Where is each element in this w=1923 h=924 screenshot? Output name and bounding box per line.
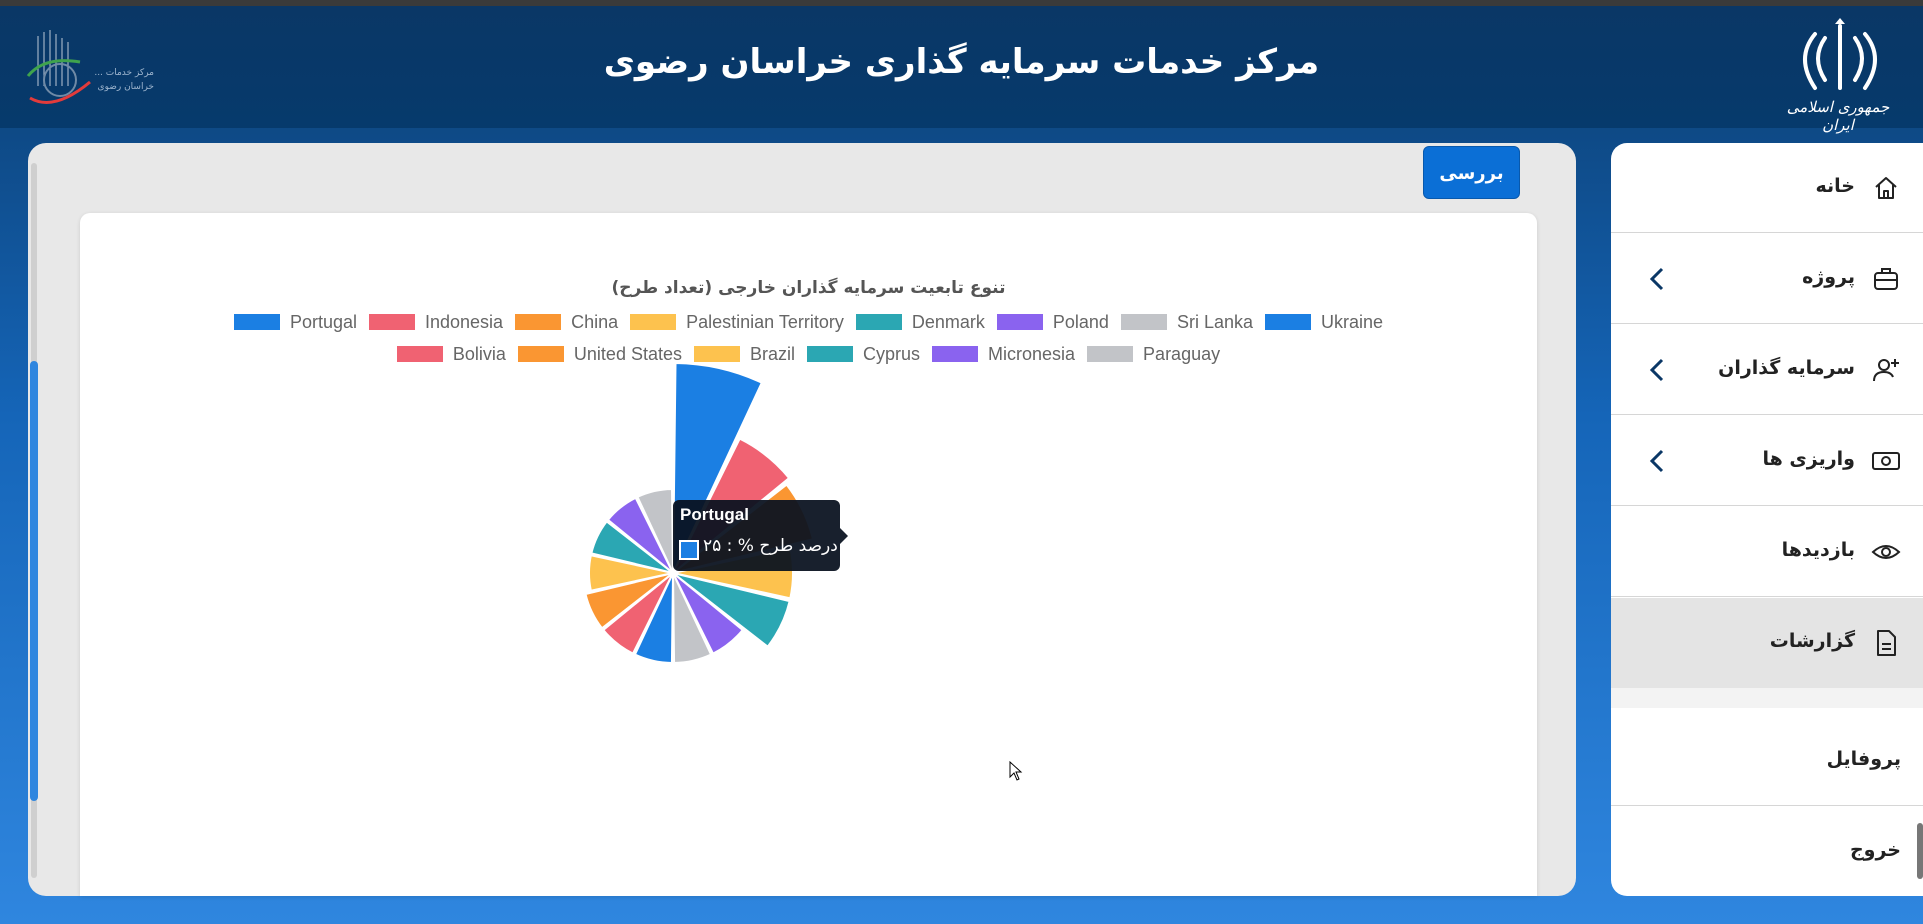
sidebar-item-visits[interactable]: بازدیدها [1611,507,1923,597]
chevron-left-icon[interactable] [1647,447,1667,475]
tooltip-text: درصد طرح % : ۲۵ [703,536,838,556]
mouse-cursor-icon [1009,761,1023,781]
main-panel: بررسی تنوع تابعیت سرمایه گذاران خارجی (ت… [28,143,1576,896]
sidebar-item-deposits[interactable]: واریزی ها [1611,416,1923,506]
sidebar-item-logout[interactable]: خروج [1611,807,1923,896]
chevron-left-icon[interactable] [1647,265,1667,293]
sidebar-item-label: سرمایه گذاران [1718,357,1855,379]
app-header: مرکز خدمات ... خراسان رضوی مرکز خدمات سر… [0,6,1923,134]
check-button[interactable]: بررسی [1423,146,1520,199]
sidebar-item-label: واریزی ها [1762,448,1855,470]
sidebar-item-label: خروج [1849,839,1901,861]
money-icon [1872,452,1900,470]
chart-card: تنوع تابعیت سرمایه گذاران خارجی (تعداد ط… [80,213,1537,896]
document-icon [1877,630,1896,656]
sidebar-item-investors[interactable]: سرمایه گذاران [1611,325,1923,415]
add-user-icon [1873,359,1899,382]
eye-icon [1871,545,1901,559]
sidebar-scrollbar[interactable] [1917,823,1923,879]
chart-tooltip: Portugal درصد طرح % : ۲۵ [673,500,848,571]
tooltip-title: Portugal [680,505,749,524]
main-scrollbar-thumb[interactable] [30,361,38,801]
sidebar-item-home[interactable]: خانه [1611,143,1923,233]
tooltip-swatch [679,540,699,560]
sidebar-divider [1611,688,1923,708]
sidebar-item-label: گزارشات [1769,630,1855,652]
sidebar-item-label: خانه [1815,175,1855,197]
emblem-caption: جمهوری اسلامی ایران [1786,98,1890,134]
sidebar-item-project[interactable]: پروژه [1611,234,1923,324]
briefcase-icon [1874,268,1898,290]
sidebar-item-reports[interactable]: گزارشات [1611,598,1923,688]
home-icon [1875,177,1897,199]
sidebar-item-profile[interactable]: پروفایل [1611,716,1923,806]
page-title: مرکز خدمات سرمایه گذاری خراسان رضوی [603,42,1320,82]
sidebar-item-label: پروفایل [1826,748,1901,770]
sidebar-nav: خانه پروژه سرمایه گذاران واریزی ها بازدی… [1611,143,1923,896]
sidebar-item-label: پروژه [1802,266,1855,288]
sidebar-item-label: بازدیدها [1781,539,1855,561]
chevron-left-icon[interactable] [1647,356,1667,384]
